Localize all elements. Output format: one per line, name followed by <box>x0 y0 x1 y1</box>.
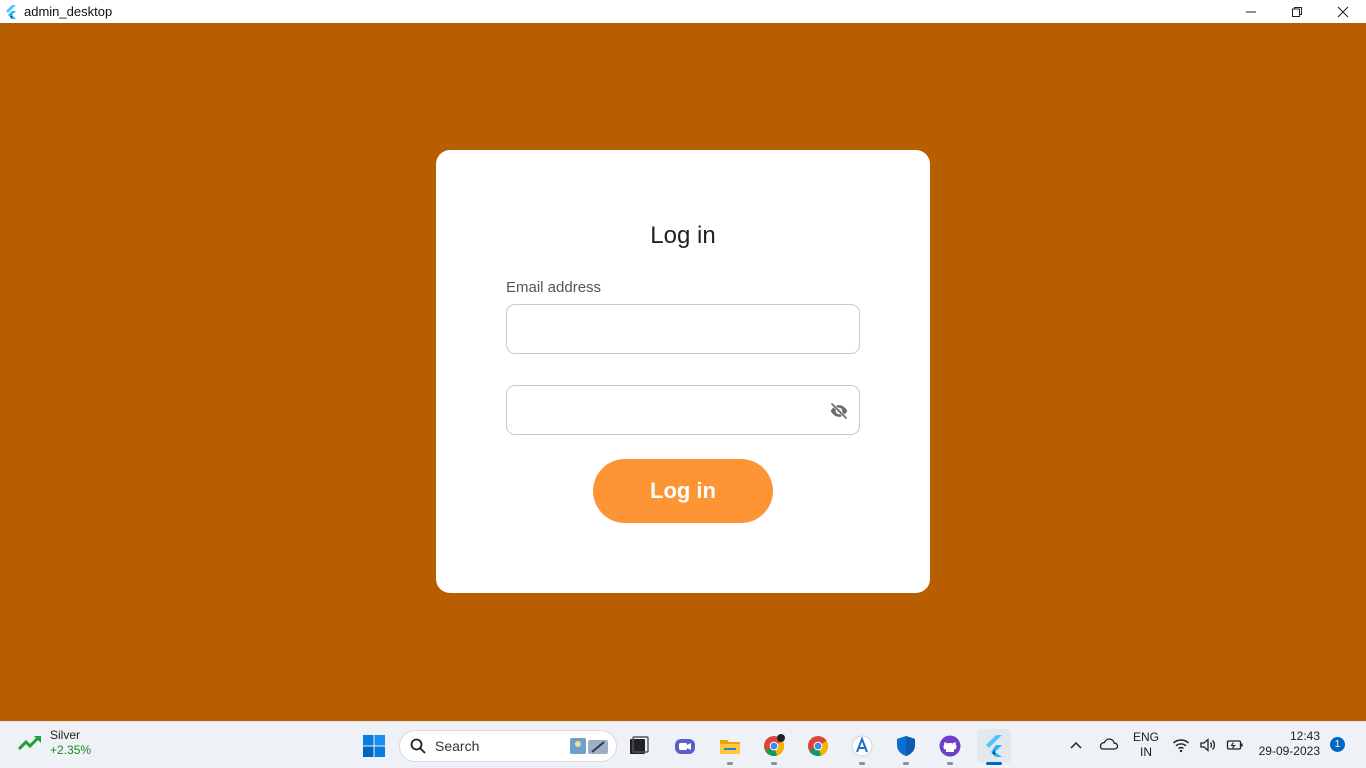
system-tray-quick-settings[interactable] <box>1172 734 1244 756</box>
onedrive-cloud-icon[interactable] <box>1097 734 1119 754</box>
wifi-icon <box>1173 739 1189 753</box>
language-indicator[interactable]: ENG IN <box>1130 730 1162 760</box>
taskbar-clock[interactable]: 12:43 29-09-2023 <box>1250 729 1320 759</box>
start-button[interactable] <box>357 729 391 763</box>
search-highlight-icon <box>570 738 608 754</box>
language-region: IN <box>1140 745 1152 759</box>
window-controls <box>1228 0 1366 23</box>
battery-charging-icon <box>1226 740 1243 750</box>
eye-off-icon[interactable] <box>829 401 849 421</box>
flutter-icon <box>986 735 1002 757</box>
notification-badge[interactable]: 1 <box>1330 737 1345 752</box>
login-button[interactable]: Log in <box>593 459 773 523</box>
file-explorer-icon <box>720 740 740 754</box>
widget-name: Silver <box>50 728 81 742</box>
azure-data-studio-icon <box>851 735 873 757</box>
chrome-profile-icon <box>808 736 829 756</box>
window-titlebar: admin_desktop <box>0 0 1366 23</box>
volume-icon <box>1200 738 1216 752</box>
weather-stock-widget[interactable]: Silver +2.35% <box>18 728 91 758</box>
taskbar-task-view[interactable] <box>622 729 656 763</box>
login-heading: Log in <box>650 222 716 249</box>
password-field[interactable] <box>506 385 860 435</box>
email-input[interactable] <box>507 305 859 353</box>
taskbar-flutter-app[interactable] <box>977 729 1011 765</box>
window-title: admin_desktop <box>24 4 113 19</box>
trend-up-icon <box>18 735 41 751</box>
chrome-icon <box>764 734 785 756</box>
minimize-icon <box>1246 11 1256 12</box>
taskbar-search[interactable]: Search <box>399 730 617 762</box>
language-code: ENG <box>1132 730 1159 744</box>
taskbar-chrome[interactable] <box>757 729 791 765</box>
taskbar: Silver +2.35% Search ENG IN 12:43 29-09-… <box>0 721 1366 768</box>
taskbar-file-explorer[interactable] <box>713 729 747 765</box>
clock-date: 29-09-2023 <box>1258 744 1320 758</box>
chevron-up-icon[interactable] <box>1066 736 1086 754</box>
restore-button[interactable] <box>1274 0 1320 23</box>
close-icon <box>1337 6 1349 17</box>
taskbar-github-desktop[interactable] <box>933 729 967 765</box>
close-button[interactable] <box>1320 0 1366 23</box>
windows-start-icon <box>363 735 385 757</box>
flutter-app-icon <box>6 4 16 19</box>
app-background: Log in Email address Log in <box>0 23 1366 721</box>
email-label: Email address <box>506 279 602 296</box>
teams-chat-icon <box>675 739 695 754</box>
minimize-button[interactable] <box>1228 0 1274 23</box>
taskbar-teams-chat[interactable] <box>668 729 702 763</box>
search-label: Search <box>435 738 480 754</box>
github-desktop-icon <box>939 735 961 757</box>
restore-icon <box>1292 6 1302 17</box>
widget-change: +2.35% <box>50 743 92 757</box>
taskbar-chrome-profile[interactable] <box>801 729 835 763</box>
search-icon <box>410 738 426 754</box>
taskbar-azure-data-studio[interactable] <box>845 729 879 765</box>
login-card: Log in Email address Log in <box>436 150 930 593</box>
clock-time: 12:43 <box>1289 729 1320 743</box>
shield-icon <box>897 736 915 756</box>
task-view-icon <box>630 736 649 754</box>
taskbar-windows-security[interactable] <box>889 729 923 765</box>
password-input[interactable] <box>507 386 859 434</box>
email-field[interactable] <box>506 304 860 354</box>
